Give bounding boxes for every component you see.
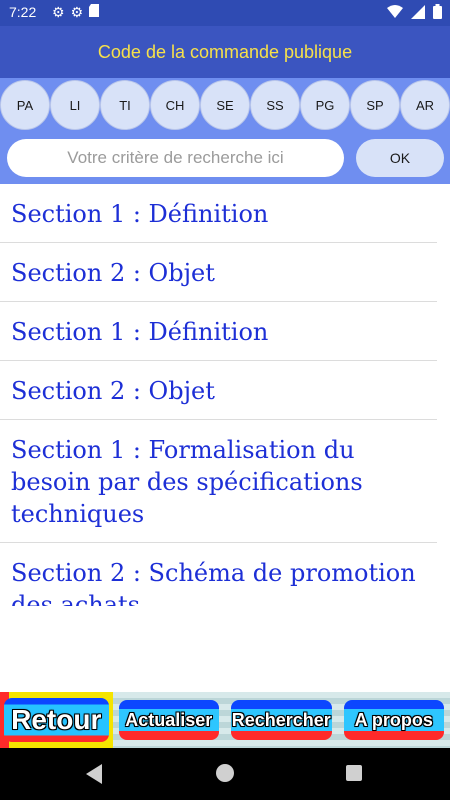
sd-card-icon: [89, 4, 100, 21]
actualiser-button-label: Actualiser: [125, 709, 213, 730]
signal-icon: [411, 4, 425, 22]
settings-icon: ⚙: [52, 4, 65, 20]
wifi-icon: [387, 5, 403, 21]
ok-button[interactable]: OK: [356, 139, 444, 177]
chip-se[interactable]: SE: [200, 80, 250, 130]
chip-pg[interactable]: PG: [300, 80, 350, 130]
app-title: Code de la commande publique: [97, 41, 353, 62]
chip-ch[interactable]: CH: [150, 80, 200, 130]
list-item[interactable]: Section 2 : Schéma de promotion des acha…: [0, 543, 437, 606]
battery-icon: [433, 4, 442, 22]
status-bar: 7:22 ⚙ ⚙: [0, 0, 450, 26]
rechercher-button-label: Rechercher: [231, 709, 331, 730]
actualiser-button[interactable]: Actualiser: [112, 692, 225, 748]
apropos-button[interactable]: A propos: [337, 692, 450, 748]
home-icon[interactable]: [216, 764, 234, 782]
list-item[interactable]: Section 1 : Définition: [0, 184, 437, 243]
app-bar: Code de la commande publique: [0, 26, 450, 78]
back-icon[interactable]: [86, 764, 102, 784]
chip-ss[interactable]: SS: [250, 80, 300, 130]
status-time: 7:22: [9, 4, 37, 20]
search-input[interactable]: Votre critère de recherche ici: [7, 139, 344, 177]
list-item[interactable]: Section 1 : Formalisation du besoin par …: [0, 420, 437, 543]
bottom-bar: Retour Actualiser Rechercher A propos: [0, 692, 450, 748]
chip-sp[interactable]: SP: [350, 80, 400, 130]
settings-icon-2: ⚙: [70, 4, 84, 20]
list-item[interactable]: Section 1 : Définition: [0, 302, 437, 361]
results-list[interactable]: Section 1 : Définition Section 2 : Objet…: [0, 184, 450, 606]
retour-button[interactable]: Retour: [0, 692, 113, 748]
list-item[interactable]: Section 2 : Objet: [0, 361, 437, 420]
chip-pa[interactable]: PA: [0, 80, 50, 130]
system-nav-bar: [0, 748, 450, 800]
rechercher-button[interactable]: Rechercher: [225, 692, 338, 748]
chip-row: PA LI TI CH SE SS PG SP AR: [0, 80, 450, 130]
chip-li[interactable]: LI: [50, 80, 100, 130]
list-item[interactable]: Section 2 : Objet: [0, 243, 437, 302]
chip-ar[interactable]: AR: [400, 80, 450, 130]
recents-icon[interactable]: [346, 765, 362, 781]
apropos-button-label: A propos: [354, 709, 433, 730]
chip-ti[interactable]: TI: [100, 80, 150, 130]
retour-button-label: Retour: [11, 704, 102, 735]
